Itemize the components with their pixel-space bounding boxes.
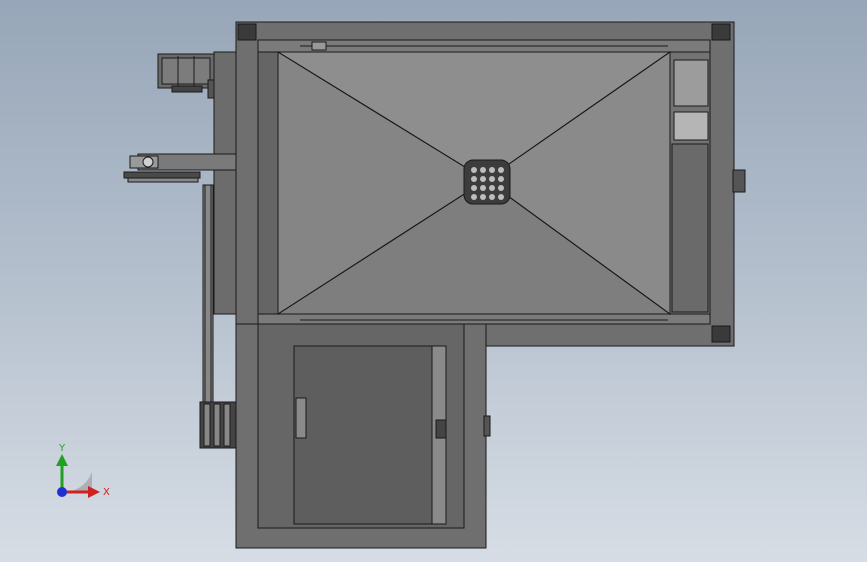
- drain-grate: [463, 159, 511, 205]
- lower-frame: [235, 323, 491, 549]
- upper-motor: [157, 53, 217, 99]
- y-axis-label: Y: [59, 443, 66, 454]
- z-axis-dot-icon: [57, 487, 67, 497]
- y-axis-arrow-icon: [56, 454, 68, 466]
- axis-triad: Y X: [40, 440, 120, 510]
- lower-pulley: [199, 401, 237, 449]
- x-axis-arrow-icon: [88, 486, 100, 498]
- triad-graphic: [56, 454, 100, 498]
- drive-belt: [202, 184, 214, 416]
- cad-viewport[interactable]: Y X: [0, 0, 867, 562]
- triad-plane: [62, 472, 92, 493]
- x-axis-label: X: [103, 487, 110, 498]
- left-support-plate: [213, 51, 239, 315]
- machine-top-view[interactable]: [0, 0, 867, 562]
